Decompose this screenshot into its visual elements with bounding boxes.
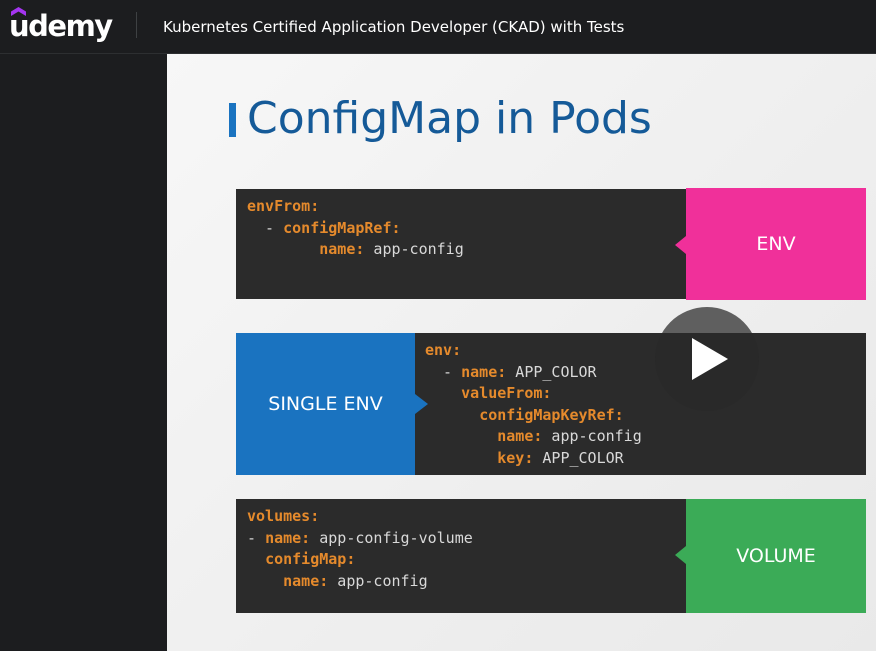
code-value	[247, 572, 283, 590]
code-value: -	[247, 218, 284, 237]
code-value: app-config	[328, 571, 428, 590]
code-key: volumes:	[247, 507, 320, 525]
tag-env-pointer	[675, 236, 686, 254]
code-value: app-config	[364, 240, 464, 258]
udemy-logo[interactable]: udemy	[9, 4, 114, 48]
code-block-single-env: env: - name: APP_COLOR valueFrom: config…	[425, 340, 642, 469]
code-key: envFrom:	[247, 197, 320, 215]
code-line: env:	[425, 340, 642, 362]
code-line: envFrom:	[247, 196, 464, 218]
play-icon	[692, 338, 728, 380]
code-block-volume: volumes: - name: app-config-volume config…	[247, 506, 473, 592]
video-slide[interactable]: ConfigMap in Pods envFrom: - configMapRe…	[167, 54, 876, 651]
play-button[interactable]	[655, 307, 759, 411]
tag-volume: VOLUME	[686, 499, 866, 613]
header-divider	[136, 12, 137, 38]
title-accent-bar	[229, 103, 236, 137]
code-line: configMapKeyRef:	[425, 405, 642, 427]
code-key: configMapKeyRef:	[479, 405, 624, 424]
code-key: name:	[319, 240, 365, 258]
code-line: name: app-config	[425, 426, 642, 448]
course-title-link[interactable]: Kubernetes Certified Application Develop…	[163, 0, 624, 54]
code-line: valueFrom:	[425, 383, 642, 405]
code-key: configMap:	[265, 550, 356, 568]
code-line: configMap:	[247, 549, 473, 571]
code-key: name:	[283, 571, 329, 590]
code-line: name: app-config	[247, 239, 464, 261]
code-line: - name: APP_COLOR	[425, 362, 642, 384]
tag-env: ENV	[686, 188, 866, 300]
sidebar	[0, 54, 167, 651]
code-value	[425, 449, 497, 467]
code-value: app-config-volume	[310, 528, 473, 547]
udemy-logo-text: udemy	[9, 9, 113, 43]
code-block-env: envFrom: - configMapRef: name: app-confi…	[247, 196, 464, 261]
tag-single-env: SINGLE ENV	[236, 333, 415, 475]
code-value	[425, 427, 497, 445]
code-value: APP_COLOR	[506, 362, 597, 381]
code-panel-single-env: env: - name: APP_COLOR valueFrom: config…	[415, 333, 866, 475]
code-line: key: APP_COLOR	[425, 448, 642, 470]
code-line: - configMapRef:	[247, 218, 464, 240]
code-key: env:	[425, 341, 462, 359]
code-key: key:	[497, 448, 534, 467]
code-value	[247, 550, 265, 568]
code-panel-env: envFrom: - configMapRef: name: app-confi…	[236, 189, 688, 299]
code-line: volumes:	[247, 506, 473, 528]
code-key: name:	[497, 427, 543, 445]
code-value: APP_COLOR	[533, 448, 624, 467]
tag-single-env-pointer	[415, 394, 428, 414]
code-value	[425, 406, 479, 424]
code-line: name: app-config	[247, 571, 473, 593]
tag-volume-pointer	[675, 546, 686, 564]
slide-title: ConfigMap in Pods	[247, 93, 652, 144]
code-value	[247, 240, 319, 258]
code-key: name:	[461, 362, 507, 381]
code-value: app-config	[542, 427, 642, 445]
code-key: configMapRef:	[283, 218, 401, 237]
code-key: valueFrom:	[461, 384, 552, 402]
code-line: - name: app-config-volume	[247, 528, 473, 550]
code-value: -	[247, 528, 266, 547]
top-bar: udemy Kubernetes Certified Application D…	[0, 0, 876, 54]
code-panel-volume: volumes: - name: app-config-volume config…	[236, 499, 688, 613]
code-key: name:	[265, 528, 311, 547]
code-value: -	[425, 362, 462, 381]
code-value	[425, 384, 461, 402]
